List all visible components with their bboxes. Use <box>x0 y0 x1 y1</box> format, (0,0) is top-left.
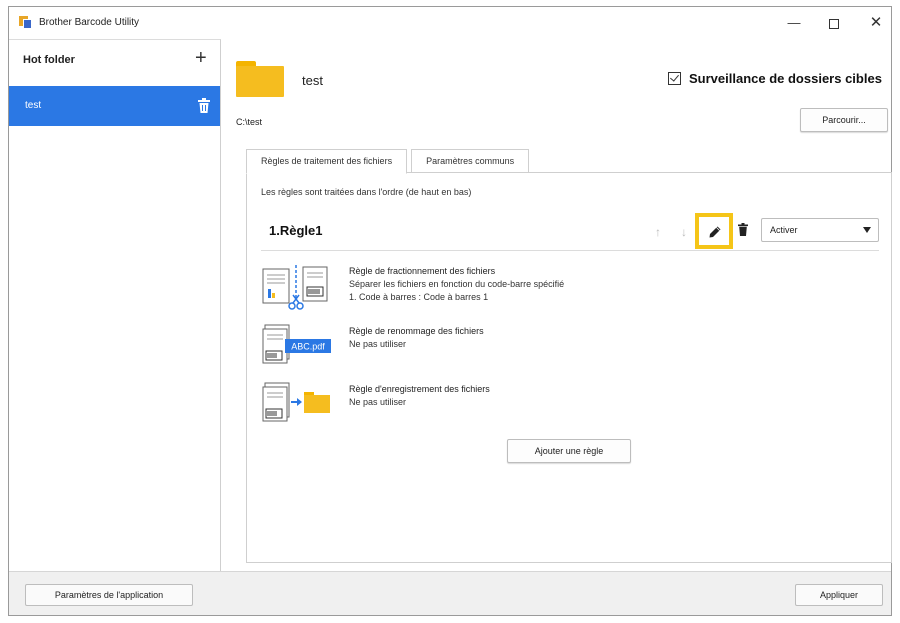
monitor-label: Surveillance de dossiers cibles <box>689 71 882 86</box>
monitor-toggle[interactable]: Surveillance de dossiers cibles <box>668 71 882 86</box>
hot-folder-title: Hot folder <box>23 54 75 66</box>
split-rule-detail: 1. Code à barres : Code à barres 1 <box>349 292 489 302</box>
tab-file-rules[interactable]: Règles de traitement des fichiers <box>246 149 408 174</box>
add-hot-folder-button[interactable]: + <box>195 48 207 68</box>
rule-status-select[interactable]: Activer <box>761 218 879 242</box>
maximize-button[interactable] <box>819 12 849 34</box>
split-rule-entry: Règle de fractionnement des fichiers Sép… <box>261 263 861 319</box>
rename-rule-title: Règle de renommage des fichiers <box>349 326 484 336</box>
app-settings-button[interactable]: Paramètres de l'application <box>25 584 193 606</box>
rule-status-value: Activer <box>770 225 798 235</box>
rule-title: 1.Règle1 <box>269 223 323 238</box>
order-note: Les règles sont traitées dans l'ordre (d… <box>261 187 472 197</box>
save-to-folder-icon <box>262 382 330 422</box>
main-content: test Surveillance de dossiers cibles C:\… <box>222 39 892 571</box>
app-window: Brother Barcode Utility — ✕ Hot folder +… <box>8 6 892 616</box>
apply-button[interactable]: Appliquer <box>795 584 883 606</box>
title-bar: Brother Barcode Utility — ✕ <box>9 7 891 39</box>
move-down-icon[interactable]: ↓ <box>681 225 687 239</box>
hot-folder-sidebar: Hot folder + test <box>9 39 221 571</box>
save-rule-description: Ne pas utiliser <box>349 397 407 407</box>
pencil-icon <box>709 226 721 238</box>
rename-rule-entry: ABC.pdf Règle de renommage des fichiers … <box>261 323 861 379</box>
folder-icon <box>236 61 284 97</box>
tab-bar: Règles de traitement des fichiers Paramè… <box>246 149 533 174</box>
tab-common-settings[interactable]: Paramètres communs <box>411 149 530 173</box>
split-rule-title: Règle de fractionnement des fichiers <box>349 266 496 276</box>
rule-divider <box>261 250 879 251</box>
rename-rule-description: Ne pas utiliser <box>349 339 407 349</box>
save-rule-text: Règle d'enregistrement des fichiers Ne p… <box>349 383 490 409</box>
rename-rule-text: Règle de renommage des fichiers Ne pas u… <box>349 325 484 351</box>
rename-file-icon: ABC.pdf <box>262 324 331 364</box>
sidebar-item-test[interactable]: test <box>9 86 220 126</box>
add-rule-button[interactable]: Ajouter une règle <box>507 439 631 463</box>
chevron-down-icon <box>863 227 871 233</box>
sidebar-item-label: test <box>25 100 42 111</box>
move-up-icon[interactable]: ↑ <box>655 225 661 239</box>
footer-bar: Paramètres de l'application Appliquer <box>9 571 891 615</box>
save-rule-title: Règle d'enregistrement des fichiers <box>349 384 490 394</box>
rename-badge: ABC.pdf <box>291 342 325 352</box>
folder-path: C:\test <box>236 117 263 127</box>
split-files-icon <box>262 265 328 310</box>
save-rule-entry: Règle d'enregistrement des fichiers Ne p… <box>261 381 861 437</box>
delete-rule-icon[interactable] <box>738 223 748 236</box>
folder-name: test <box>302 73 323 88</box>
app-logo-icon <box>19 16 33 29</box>
split-rule-description: Séparer les fichiers en fonction du code… <box>349 279 565 289</box>
edit-rule-button[interactable] <box>695 213 733 249</box>
close-button[interactable]: ✕ <box>861 12 891 34</box>
browse-button[interactable]: Parcourir... <box>800 108 888 132</box>
maximize-icon <box>829 18 839 29</box>
minimize-button[interactable]: — <box>779 12 809 34</box>
split-rule-text: Règle de fractionnement des fichiers Sép… <box>349 265 564 304</box>
trash-icon[interactable] <box>198 98 210 113</box>
window-title: Brother Barcode Utility <box>39 17 140 28</box>
monitor-checkbox[interactable] <box>668 72 681 85</box>
rules-panel: Les règles sont traitées dans l'ordre (d… <box>246 172 892 563</box>
